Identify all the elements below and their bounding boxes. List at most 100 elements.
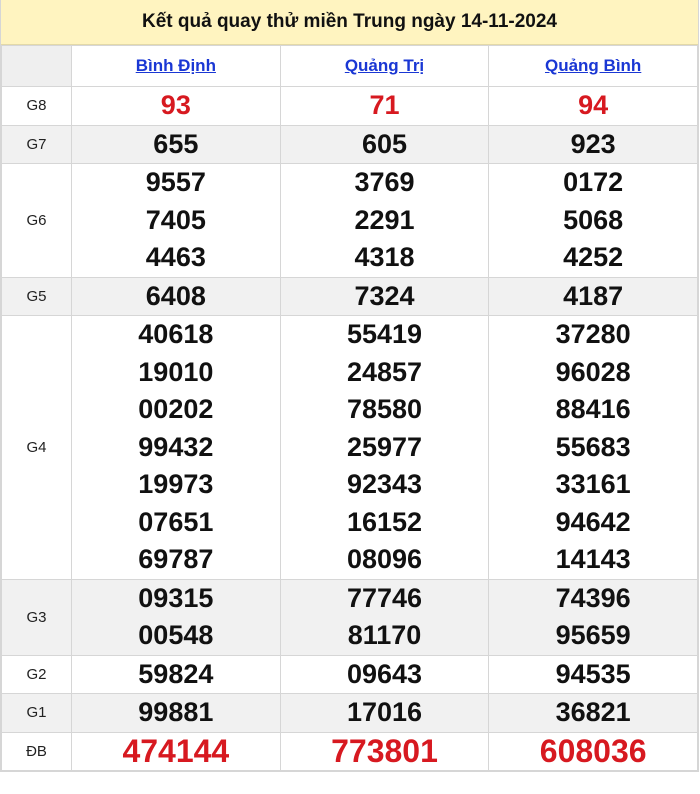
prize-cell: 99881 (71, 693, 281, 733)
prize-number: 94642 (555, 506, 631, 537)
province-link-binh-dinh[interactable]: Bình Định (136, 56, 216, 75)
prize-number: 59824 (138, 658, 214, 689)
prize-number: 605 (361, 128, 408, 159)
prize-number: 92343 (346, 469, 423, 499)
prize-number: 4252 (563, 242, 624, 272)
prize-cell: 608036 (488, 731, 698, 771)
prize-number: 14143 (555, 544, 631, 574)
prize-cell: 0172 5068 4252 (488, 163, 698, 278)
prize-number: 09643 (346, 658, 423, 689)
prize-number: 96028 (555, 356, 631, 387)
prize-cell: 94 (488, 86, 698, 126)
prize-number: 923 (570, 128, 616, 159)
prize-number: 19010 (138, 356, 214, 387)
prize-number: 19973 (138, 469, 214, 499)
prize-label: G4 (1, 315, 72, 580)
prize-number: 99881 (138, 697, 214, 727)
prize-row: G8 93 71 94 (1, 86, 698, 126)
prize-number: 9557 (145, 167, 206, 197)
prize-number: 37280 (555, 319, 631, 349)
province-link-quang-binh[interactable]: Quảng Bình (545, 56, 641, 75)
prize-number: 33161 (555, 469, 631, 499)
prize-number: 99432 (138, 431, 214, 462)
prize-number: 4318 (354, 242, 415, 272)
prize-number: 7405 (145, 204, 206, 235)
prize-number: 4463 (145, 242, 206, 272)
prize-number: 95659 (555, 620, 631, 650)
prize-number: 36821 (555, 697, 631, 727)
prize-number: 94535 (555, 658, 631, 689)
prize-number: 3769 (354, 167, 415, 197)
prize-number: 07651 (138, 506, 214, 537)
prize-number: 00548 (138, 620, 214, 650)
prize-row: G2 59824 09643 94535 (1, 654, 698, 694)
prize-number: 7324 (354, 280, 415, 311)
prize-cell: 93 (71, 86, 281, 126)
prize-cell: 7324 (279, 276, 490, 316)
prize-cell: 94535 (488, 654, 698, 694)
prize-number: 78580 (346, 394, 423, 424)
prize-cell: 474144 (71, 731, 281, 771)
prize-number: 655 (153, 128, 199, 159)
prize-label: G1 (1, 693, 72, 733)
prize-number: 71 (369, 90, 400, 120)
prize-cell: 605 (279, 124, 490, 164)
results-table: Bình Định Quảng Trị Quảng Bình G8 93 71 94 G… (1, 45, 698, 771)
prize-cell: 6408 (71, 276, 281, 316)
prize-cell: 40618 19010 00202 99432 19973 07651 69787 (71, 315, 281, 580)
province-header: Quảng Bình (488, 45, 698, 87)
prize-number: 93 (160, 90, 191, 120)
prize-row: G4 40618 19010 00202 99432 19973 07651 69787 554… (1, 315, 698, 580)
prize-number: 74396 (555, 582, 631, 613)
prize-number: 5068 (563, 204, 624, 235)
prize-row: G7 655 605 923 (1, 124, 698, 164)
prize-number: 24857 (346, 356, 423, 387)
prize-number: 00202 (138, 394, 214, 424)
prize-cell: 4187 (488, 276, 698, 316)
prize-cell: 74396 95659 (488, 578, 698, 656)
prize-number: 0172 (563, 167, 624, 197)
prize-number: 608036 (539, 732, 647, 769)
prize-number: 81170 (347, 620, 422, 650)
prize-cell: 59824 (71, 654, 281, 694)
prize-row: G6 9557 7405 4463 3769 2291 4318 0172 5068 4252 (1, 163, 698, 278)
prize-cell: 37280 96028 88416 55683 33161 94642 14143 (488, 315, 698, 580)
prize-row: G1 99881 17016 36821 (1, 693, 698, 733)
prize-row: G5 6408 7324 4187 (1, 276, 698, 316)
prize-label: G2 (1, 654, 72, 694)
prize-number: 6408 (145, 280, 206, 311)
prize-number: 08096 (346, 544, 423, 574)
province-header: Quảng Trị (279, 45, 490, 87)
prize-row: ĐB 474144 773801 608036 (1, 731, 698, 771)
prize-number: 25977 (346, 431, 423, 462)
prize-cell: 09315 00548 (71, 578, 281, 656)
prize-number: 55419 (346, 319, 423, 349)
page-title: Kết quả quay thử miền Trung ngày 14-11-2… (1, 0, 698, 45)
prize-label: G6 (1, 163, 72, 278)
prize-number: 16152 (346, 506, 423, 537)
prize-cell: 77746 81170 (279, 578, 490, 656)
prize-number: 4187 (563, 280, 624, 311)
prize-row: G3 09315 00548 77746 81170 74396 95659 (1, 578, 698, 656)
prize-label: G3 (1, 578, 72, 656)
prize-label: G5 (1, 276, 72, 316)
prize-cell: 09643 (279, 654, 490, 694)
prize-label: ĐB (1, 731, 72, 771)
prize-cell: 9557 7405 4463 (71, 163, 281, 278)
prize-cell: 3769 2291 4318 (279, 163, 490, 278)
province-header-row: Bình Định Quảng Trị Quảng Bình (1, 45, 698, 87)
prize-number: 09315 (138, 582, 214, 613)
province-header: Bình Định (71, 45, 281, 87)
header-empty-cell (1, 45, 72, 87)
prize-number: 55683 (555, 431, 631, 462)
prize-number: 77746 (346, 582, 423, 613)
prize-number: 88416 (555, 394, 631, 424)
prize-cell: 71 (279, 86, 490, 126)
prize-number: 94 (578, 90, 609, 120)
prize-number: 474144 (122, 732, 230, 769)
prize-number: 40618 (138, 319, 214, 349)
prize-label: G7 (1, 124, 72, 164)
province-link-quang-tri[interactable]: Quảng Trị (345, 56, 424, 75)
prize-label: G8 (1, 86, 72, 126)
prize-cell: 773801 (279, 731, 490, 771)
